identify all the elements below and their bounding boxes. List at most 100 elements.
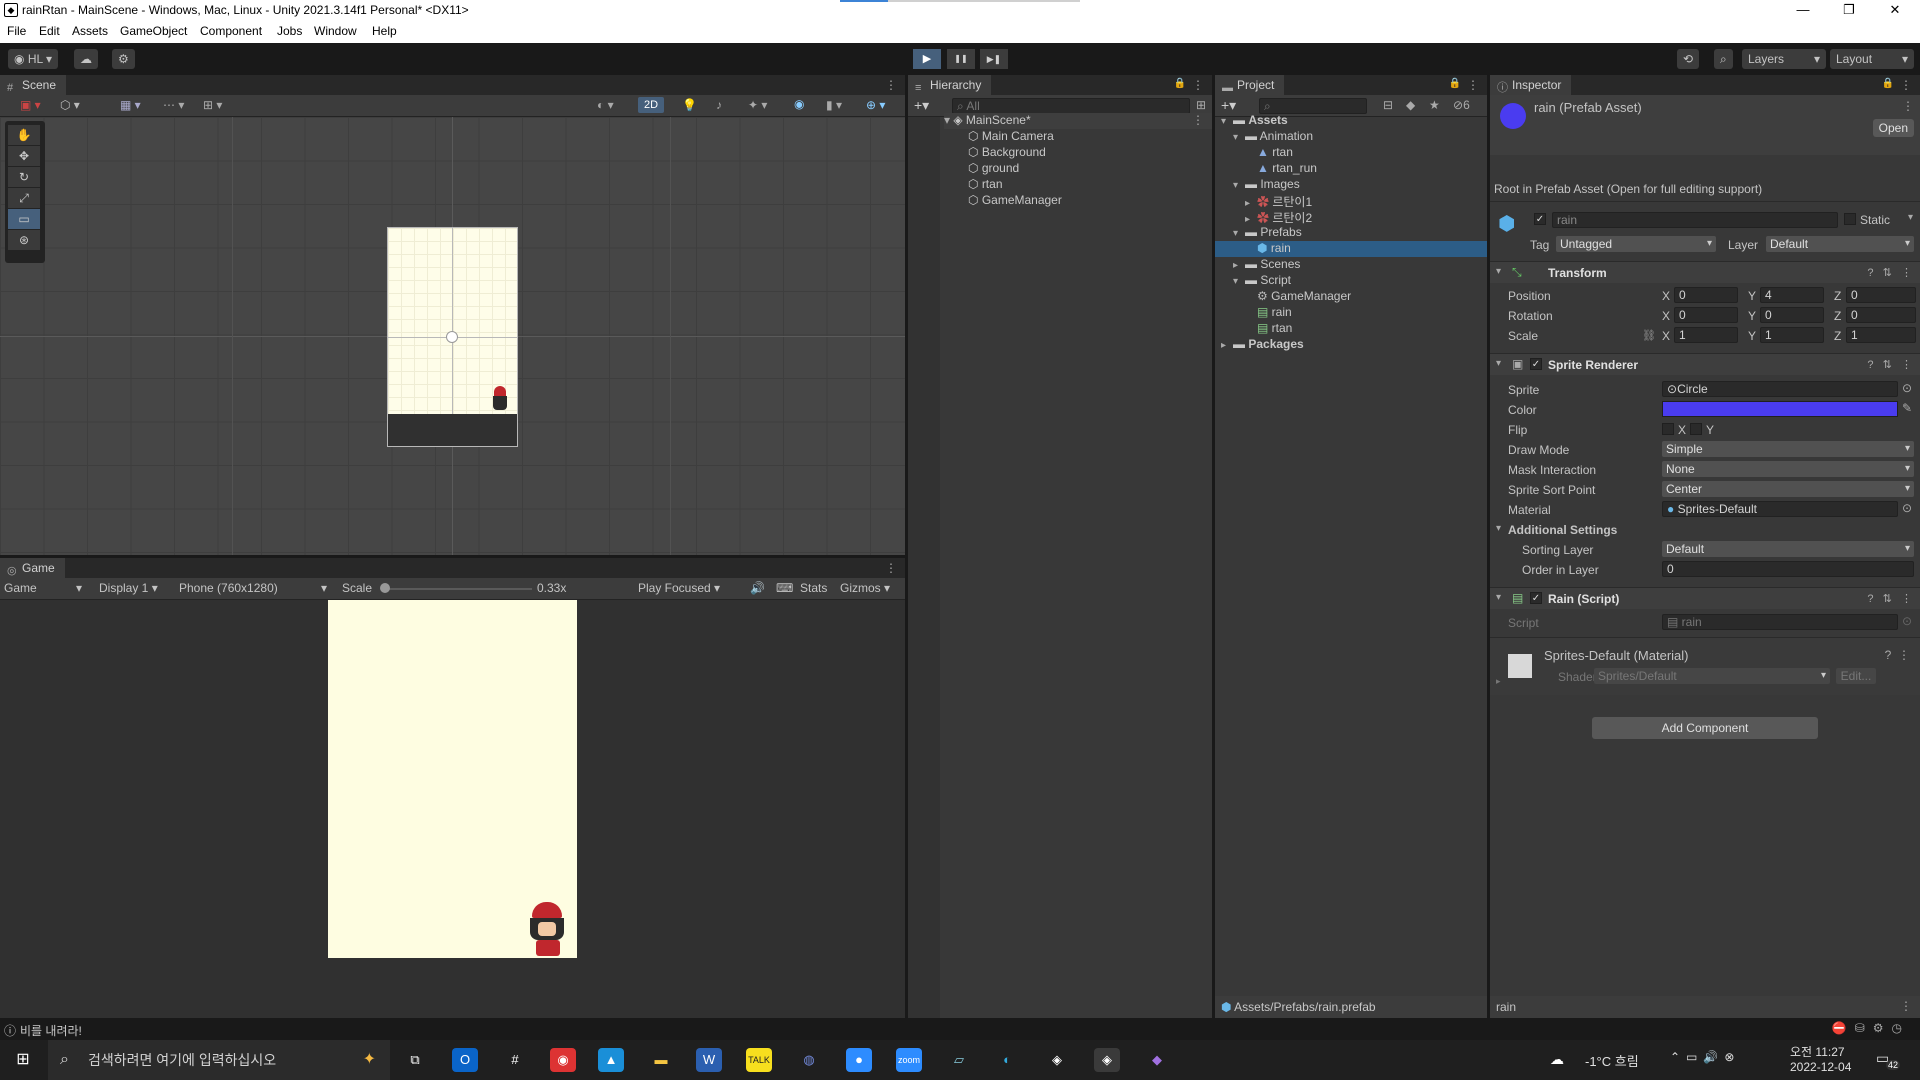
tab-project[interactable]: ▬ Project [1215, 75, 1285, 95]
project-item[interactable]: ▾ ▬ Assets [1215, 113, 1487, 129]
minimize-button[interactable]: — [1780, 0, 1826, 21]
fold-arrow-icon[interactable]: ▾ [1496, 523, 1501, 534]
scale-x-field[interactable]: 1 [1674, 327, 1738, 343]
rotation-z-field[interactable]: 0 [1846, 307, 1916, 323]
notes-icon[interactable]: ▱ [946, 1048, 972, 1072]
lock-icon[interactable]: 🔒 [1174, 78, 1186, 89]
sprite-field[interactable]: ⊙Circle [1662, 381, 1898, 397]
more-icon[interactable]: ⋮ [885, 78, 897, 92]
stats-button[interactable]: Stats [800, 581, 827, 595]
hierarchy-item[interactable]: ⬡ ground [968, 161, 1019, 177]
scale-slider-track[interactable] [384, 588, 532, 590]
more-icon[interactable]: ⋮ [1900, 78, 1912, 92]
snap-increment-icon[interactable]: ⋯ ▾ [163, 98, 184, 112]
unity-editor-icon[interactable]: ◈ [1094, 1048, 1120, 1072]
expand-arrow-icon[interactable]: ▸ [1221, 340, 1233, 351]
position-y-field[interactable]: 4 [1760, 287, 1824, 303]
fold-arrow-icon[interactable]: ▸ [1496, 676, 1501, 687]
project-item[interactable]: ▸ ▬ Scenes [1215, 257, 1487, 273]
rotation-y-field[interactable]: 0 [1760, 307, 1824, 323]
rotate-tool-icon[interactable]: ↻ [8, 167, 40, 187]
scene-viewport[interactable]: ✋ ✥ ↻ ⤢ ▭ ⊛ [0, 117, 905, 555]
unity-hub-icon[interactable]: ◈ [1044, 1048, 1070, 1072]
expand-arrow-icon[interactable]: ▾ [1233, 132, 1245, 143]
project-item[interactable]: ▸ ✿ 르탄이1 [1215, 193, 1487, 209]
sprite-renderer-header[interactable]: ▾ ▣ ✓ Sprite Renderer ? ⇅ ⋮ [1490, 353, 1920, 375]
status-message[interactable]: 비를 내려라! [20, 1022, 82, 1039]
hidden-objects-icon[interactable]: ◉ [794, 97, 804, 111]
draw-mode-icon[interactable]: ▣ ▾ [20, 98, 41, 112]
display-dropdown[interactable]: Display 1 ▾ [99, 581, 158, 595]
project-item[interactable]: ▲ rtan [1215, 145, 1487, 161]
menu-jobs[interactable]: Jobs [277, 24, 302, 38]
object-picker-icon[interactable]: ⊙ [1902, 501, 1912, 515]
tab-game[interactable]: ◎ Game [0, 558, 65, 578]
search-by-type-icon[interactable]: ⊟ [1383, 98, 1393, 112]
expand-arrow-icon[interactable]: ▾ [1221, 116, 1233, 127]
help-icon[interactable]: ? ⋮ [1885, 648, 1910, 662]
menu-file[interactable]: File [7, 24, 26, 38]
material-field[interactable]: ● Sprites-Default [1662, 501, 1898, 517]
project-item[interactable]: ⬢ rain [1215, 241, 1487, 257]
effects-icon[interactable]: ✦ ▾ [748, 98, 767, 112]
scene-visibility-icon[interactable]: ⊞ [1196, 98, 1206, 112]
weather-icon[interactable]: ☁ [1550, 1051, 1564, 1068]
step-button[interactable]: ▶❚ [980, 49, 1008, 69]
status-icons[interactable]: ⛔⛁⚙◷ [1832, 1021, 1910, 1035]
flip-x-checkbox[interactable] [1662, 423, 1674, 435]
search-by-label-icon[interactable]: ◆ [1406, 98, 1415, 112]
more-icon[interactable]: ⋮ [1902, 99, 1914, 113]
expand-arrow-icon[interactable]: ▾ [1233, 276, 1245, 287]
move-tool-icon[interactable]: ✥ [8, 146, 40, 166]
play-button[interactable]: ▶ [913, 49, 941, 69]
project-item[interactable]: ▾ ▬ Prefabs [1215, 225, 1487, 241]
project-item[interactable]: ▤ rtan [1215, 321, 1487, 337]
zoom-icon[interactable]: zoom [896, 1048, 922, 1072]
chevron-down-icon[interactable]: ▾ [1908, 212, 1913, 223]
component-actions[interactable]: ? ⇅ ⋮ [1867, 592, 1912, 605]
rtan-sprite[interactable] [491, 386, 509, 412]
additional-settings-label[interactable]: Additional Settings [1508, 523, 1617, 537]
active-checkbox[interactable]: ✓ [1534, 213, 1546, 225]
hierarchy-search-input[interactable]: ⌕ All [952, 98, 1190, 114]
hierarchy-item[interactable]: ⬡ GameManager [968, 193, 1062, 209]
pause-button[interactable]: ❚❚ [947, 49, 975, 69]
play-focused-dropdown[interactable]: Play Focused ▾ [638, 581, 720, 595]
expand-arrow-icon[interactable]: ▾ [1233, 180, 1245, 191]
project-search-input[interactable]: ⌕ [1259, 98, 1367, 114]
rain-script-header[interactable]: ▾ ▤ ✓ Rain (Script) ? ⇅ ⋮ [1490, 587, 1920, 609]
tab-hierarchy[interactable]: ≡ Hierarchy [908, 75, 992, 95]
tab-inspector[interactable]: ⓘ Inspector [1490, 75, 1572, 95]
lock-icon[interactable]: 🔒 [1882, 78, 1894, 89]
file-explorer-icon[interactable]: ▬ [648, 1048, 674, 1072]
camera-icon[interactable]: ▮ ▾ [826, 98, 842, 112]
scene-row[interactable]: ▾ ◈ MainScene* ⋮ [944, 113, 1212, 129]
mute-icon[interactable]: 🔊 [750, 581, 765, 595]
discord-icon[interactable]: ◍ [796, 1048, 822, 1072]
search-button[interactable]: ⌕ [1714, 49, 1733, 69]
collab-button[interactable]: ⚙ [112, 49, 135, 69]
menu-gameobject[interactable]: GameObject [120, 24, 187, 38]
add-icon[interactable]: +▾ [1221, 97, 1236, 114]
word-icon[interactable]: W [696, 1048, 722, 1072]
scale-tool-icon[interactable]: ⤢ [8, 188, 40, 208]
clock-date[interactable]: 2022-12-04 [1790, 1060, 1851, 1074]
project-item[interactable]: ▸ ✿ 르탄이2 [1215, 209, 1487, 225]
eyedropper-icon[interactable]: ✎ [1902, 401, 1912, 415]
account-button[interactable]: ◉ HL ▾ [8, 49, 59, 69]
more-icon[interactable]: ⋮ [1192, 78, 1204, 92]
hand-tool-icon[interactable]: ✋ [8, 125, 40, 145]
expand-arrow-icon[interactable]: ▸ [1233, 260, 1245, 271]
transform-header[interactable]: ▾ ⤡ Transform ? ⇅ ⋮ [1490, 261, 1920, 283]
project-item[interactable]: ▤ rain [1215, 305, 1487, 321]
close-button[interactable]: ✕ [1872, 0, 1918, 21]
grid-snap-icon[interactable]: ▦ ▾ [120, 98, 141, 112]
chrome-icon[interactable]: ◉ [550, 1048, 576, 1072]
menu-help[interactable]: Help [372, 24, 397, 38]
position-z-field[interactable]: 0 [1846, 287, 1916, 303]
scale-slider-thumb[interactable] [380, 583, 390, 593]
gizmos-dropdown[interactable]: Gizmos ▾ [840, 581, 890, 595]
2d-toggle-button[interactable]: 2D [638, 97, 665, 113]
edge-icon[interactable]: ◐ [994, 1048, 1020, 1072]
lock-icon[interactable]: 🔒 [1449, 78, 1461, 89]
